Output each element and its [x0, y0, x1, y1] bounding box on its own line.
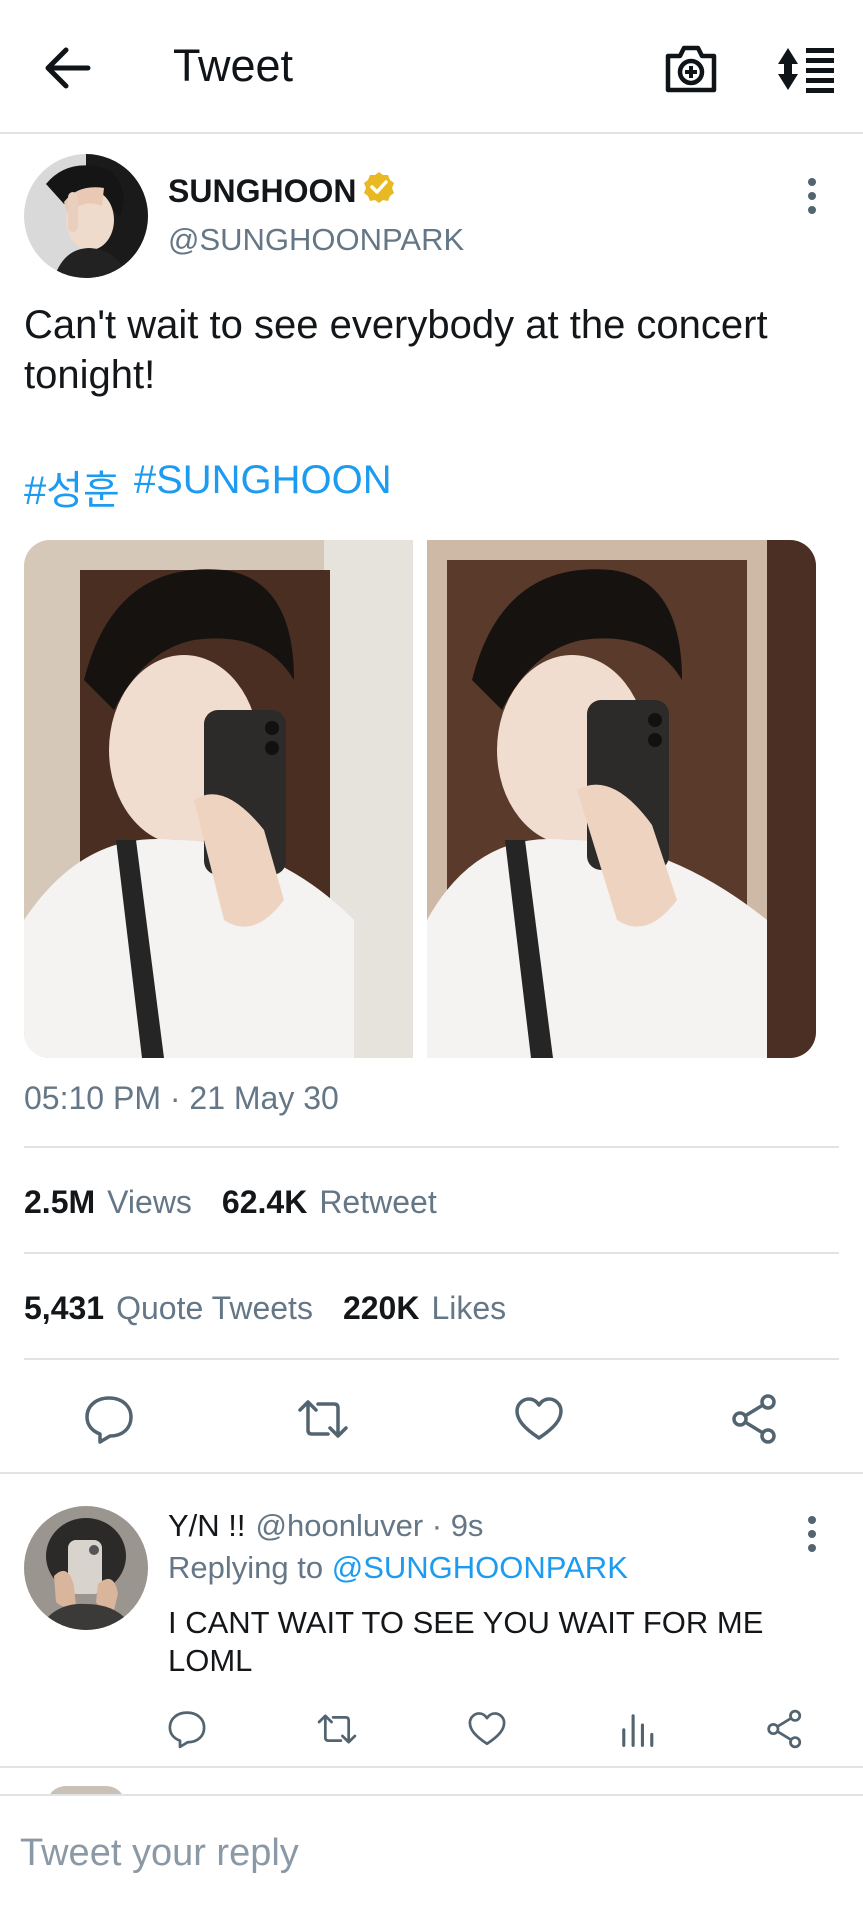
tweet-text: Can't wait to see everybody at the conce… [24, 303, 768, 397]
author-handle[interactable]: @SUNGHOONPARK [168, 222, 464, 258]
replying-to-label: Replying to [168, 1550, 324, 1585]
likes-label: Likes [431, 1290, 507, 1326]
retweet-icon[interactable] [316, 1708, 358, 1750]
top-app-bar: Tweet [0, 0, 863, 134]
divider [24, 1146, 839, 1148]
reply-meta: @hoonluver · 9s [255, 1508, 484, 1543]
reply-tweet[interactable]: Y/N !! @hoonluver · 9s Replying to @SUNGH… [0, 1476, 863, 1766]
likes-count: 220K [342, 1290, 420, 1326]
tweet-photo-1[interactable] [24, 540, 413, 1058]
reply-composer[interactable]: Tweet your reply [0, 1794, 863, 1920]
quotes-label: Quote Tweets [116, 1290, 313, 1326]
sort-icon[interactable] [774, 42, 838, 96]
retweets-count: 62.4K [221, 1184, 308, 1220]
quotes-stat[interactable]: 5,431 Quote Tweets [24, 1290, 313, 1327]
hashtags: #성훈 #SUNGHOON [24, 458, 392, 516]
hashtag-link[interactable]: #성훈 [24, 458, 120, 516]
tweet-timestamp: 05:10 PM · 21 May 30 [24, 1080, 339, 1116]
reply-input[interactable]: Tweet your reply [20, 1832, 299, 1875]
reply-text: I CANT WAIT TO SEE YOU WAIT FOR ME LOML [168, 1605, 764, 1678]
retweets-stat[interactable]: 62.4K Retweet [222, 1184, 437, 1221]
replying-to-handle[interactable]: @SUNGHOONPARK [332, 1550, 628, 1585]
page-title: Tweet [173, 40, 294, 91]
divider [0, 1766, 863, 1768]
likes-stat[interactable]: 220K Likes [343, 1290, 506, 1327]
camera-add-icon[interactable] [662, 42, 720, 96]
reply-header: Y/N !! @hoonluver · 9s [168, 1508, 483, 1544]
reply-icon[interactable] [166, 1708, 208, 1750]
divider [24, 1252, 839, 1254]
author-name[interactable]: SUNGHOON [168, 170, 396, 212]
media-grid [24, 540, 816, 1058]
retweets-label: Retweet [319, 1184, 437, 1220]
stats-row-2: 5,431 Quote Tweets 220K Likes [24, 1290, 506, 1327]
replying-to: Replying to @SUNGHOONPARK [168, 1550, 628, 1586]
more-vertical-icon[interactable] [796, 174, 828, 218]
like-icon[interactable] [512, 1392, 566, 1446]
tweet-photo-2[interactable] [427, 540, 816, 1058]
reply-author-name[interactable]: Y/N !! [168, 1508, 246, 1543]
author-name-text: SUNGHOON [168, 172, 357, 209]
more-vertical-icon[interactable] [796, 1512, 828, 1556]
reply-icon[interactable] [82, 1392, 136, 1446]
views-count: 2.5M [24, 1184, 96, 1220]
views-label: Views [107, 1184, 192, 1220]
avatar[interactable] [24, 154, 148, 278]
tweet-actions [0, 1384, 863, 1464]
verified-badge-icon [362, 170, 396, 212]
quotes-count: 5,431 [24, 1290, 105, 1326]
reply-avatar[interactable] [24, 1506, 148, 1630]
analytics-icon[interactable] [616, 1708, 658, 1750]
divider [0, 1472, 863, 1474]
views-stat[interactable]: 2.5M Views [24, 1184, 192, 1221]
retweet-icon[interactable] [296, 1392, 350, 1446]
back-arrow-icon[interactable] [40, 44, 94, 92]
divider [24, 1358, 839, 1360]
stats-row-1: 2.5M Views 62.4K Retweet [24, 1184, 437, 1221]
hashtag-link[interactable]: #SUNGHOON [134, 458, 392, 516]
share-icon[interactable] [764, 1708, 806, 1750]
like-icon[interactable] [466, 1708, 508, 1750]
share-icon[interactable] [728, 1392, 782, 1446]
